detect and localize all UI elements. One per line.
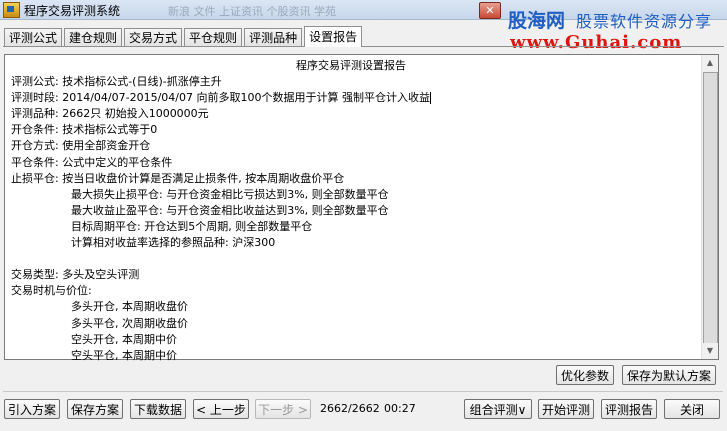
close-button[interactable]: 关闭: [664, 399, 720, 419]
prev-step-button[interactable]: < 上一步: [193, 399, 249, 419]
window-close-button[interactable]: ✕: [479, 2, 501, 19]
report-line: 空头平仓, 本周期中价: [71, 348, 177, 362]
download-data-button[interactable]: 下载数据: [130, 399, 186, 419]
report-line: 交易类型: 多头及空头评测: [11, 268, 140, 282]
report-text: 程序交易评测设置报告 评测公式: 技术指标公式-(日线)-抓涨停主升评测时段: …: [11, 58, 691, 364]
divider: [3, 391, 723, 392]
report-line: 开仓条件: 技术指标公式等于0: [11, 123, 158, 137]
start-evaluate-button[interactable]: 开始评测: [538, 399, 594, 419]
watermark-url: www.Guhai.com: [510, 32, 683, 53]
tab-formula[interactable]: 评测公式: [4, 28, 63, 47]
tab-open-rules[interactable]: 建仓规则: [64, 28, 123, 47]
elapsed-time: 00:27: [384, 402, 416, 415]
report-line: 开仓方式: 使用全部资金开仓: [11, 139, 151, 153]
tab-instruments[interactable]: 评测品种: [244, 28, 303, 47]
save-plan-button[interactable]: 保存方案: [67, 399, 123, 419]
report-line: 多头开仓, 本周期收盘价: [71, 300, 188, 314]
tab-bar: 评测公式 建仓规则 交易方式 平仓规则 评测品种 设置报告: [4, 26, 364, 47]
report-line: 目标周期平仓: 开仓达到5个周期, 则全部数量平仓: [71, 219, 313, 233]
app-icon: [3, 2, 20, 18]
report-line: 计算相对收益率选择的参照品种: 沪深300: [71, 236, 276, 250]
report-line: 多头平仓, 次周期收盘价: [71, 316, 188, 330]
background-menu-text: 新浪 文件 上证资讯 个股资讯 学苑: [168, 5, 336, 18]
scroll-down-icon[interactable]: ▼: [702, 343, 718, 359]
evaluate-report-button[interactable]: 评测报告: [601, 399, 657, 419]
report-line: 止损平仓: 按当日收盘价计算是否满足止损条件, 按本周期收盘价平仓: [11, 171, 345, 185]
save-default-button[interactable]: 保存为默认方案: [622, 365, 716, 385]
tab-trade-mode[interactable]: 交易方式: [124, 28, 183, 47]
combo-evaluate-button[interactable]: 组合评测∨: [464, 399, 532, 419]
vertical-scrollbar[interactable]: ▲ ▼: [701, 55, 718, 359]
report-line: 评测公式: 技术指标公式-(日线)-抓涨停主升: [11, 75, 222, 89]
report-line: [11, 251, 691, 267]
report-line: 交易时机与价位:: [11, 284, 92, 298]
report-title: 程序交易评测设置报告: [296, 59, 406, 72]
report-line: 空头开仓, 本周期中价: [71, 332, 177, 346]
progress-count: 2662/2662: [320, 402, 380, 415]
report-line: 最大损失止损平仓: 与开仓资金相比亏损达到3%, 则全部数量平仓: [71, 187, 389, 201]
window-title: 程序交易评测系统: [24, 4, 121, 18]
watermark-slogan: 股票软件资源分享: [576, 12, 713, 31]
next-step-button[interactable]: 下一步 >: [255, 399, 311, 419]
tab-close-rules[interactable]: 平仓规则: [184, 28, 243, 47]
scroll-up-icon[interactable]: ▲: [702, 55, 718, 71]
tab-settings-report[interactable]: 设置报告: [304, 26, 363, 47]
optimize-params-button[interactable]: 优化参数: [556, 365, 614, 385]
tab-divider: [3, 46, 724, 47]
report-line: 平仓条件: 公式中定义的平仓条件: [11, 155, 173, 169]
watermark-brand: 股海网: [508, 10, 566, 32]
scroll-thumb[interactable]: [703, 72, 718, 344]
text-cursor: [429, 92, 431, 105]
report-line: 评测时段: 2014/04/07-2015/04/07 向前多取100个数据用于…: [11, 91, 431, 105]
import-plan-button[interactable]: 引入方案: [4, 399, 60, 419]
report-line: 最大收益止盈平仓: 与开仓资金相比收益达到3%, 则全部数量平仓: [71, 203, 389, 217]
report-line: 评测品种: 2662只 初始投入1000000元: [11, 107, 209, 121]
report-textarea[interactable]: 程序交易评测设置报告 评测公式: 技术指标公式-(日线)-抓涨停主升评测时段: …: [4, 54, 719, 362]
